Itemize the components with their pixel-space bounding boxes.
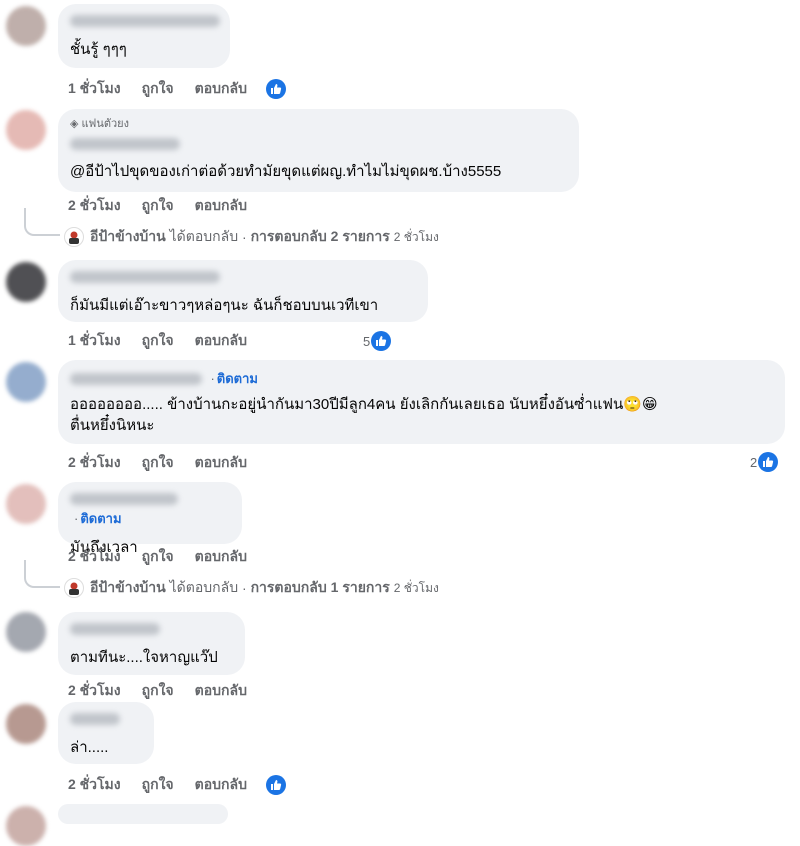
reaction-count[interactable]: 2 [750,452,779,472]
follow-button[interactable]: · ติดตาม [74,511,122,526]
comment-bubble: ชั้นรู้ ๆๆๆ [58,4,230,68]
reply-button[interactable]: ตอบกลับ [195,546,247,568]
avatar[interactable] [6,6,46,46]
thumbs-up-icon[interactable] [265,775,286,795]
reply-button[interactable]: ตอบกลับ [195,78,247,100]
comment-actions: 1 ชั่วโมง ถูกใจ ตอบกลับ [68,78,307,100]
avatar[interactable] [6,806,46,846]
avatar[interactable] [6,262,46,302]
reaction-count[interactable]: 5 [363,331,412,351]
thumbs-up-icon [371,331,392,351]
comment-text: ล่า..... [70,739,109,756]
reply-button[interactable]: ตอบกลับ [195,774,247,796]
comment-bubble: ◈ แฟนตัวยง @อีป้าไปขุดของเก่าต่อด้วยทำมัย… [58,109,579,192]
reply-button[interactable]: ตอบกลับ [195,680,247,702]
comment-time[interactable]: 1 ชั่วโมง [68,78,121,100]
comment-actions: 2 ชั่วโมง ถูกใจ ตอบกลับ [68,546,268,568]
comment-time[interactable]: 2 ชั่วโมง [68,774,121,796]
comment-bubble [58,804,228,824]
comment-actions: 1 ชั่วโมง ถูกใจ ตอบกลับ 5 [68,330,433,352]
reply-action: ได้ตอบกลับ [169,579,239,595]
comment-time[interactable]: 2 ชั่วโมง [68,195,121,217]
comment-text: ออออออออ..... ข้างบ้านกะอยู่นำกันมา30ปีม… [70,396,658,434]
author-name[interactable] [70,14,220,27]
avatar[interactable] [6,484,46,524]
reply-time: 2 ชั่วโมง [393,580,439,595]
author-name[interactable] [70,492,178,505]
author-name[interactable] [70,712,120,725]
author-name[interactable] [70,372,202,385]
diamond-icon: ◈ [70,118,79,130]
comment-bubble: · ติดตาม ออออออออ..... ข้างบ้านกะอยู่นำกั… [58,360,785,444]
reply-button[interactable]: ตอบกลับ [195,452,247,474]
comment-feed: ชั้นรู้ ๆๆๆ 1 ชั่วโมง ถูกใจ ตอบกลับ ◈ แฟน… [0,0,800,846]
like-button[interactable]: ถูกใจ [142,195,174,217]
like-button[interactable]: ถูกใจ [142,680,174,702]
like-button[interactable]: ถูกใจ [142,452,174,474]
comment-text: ตามทีนะ....ใจหาญแว๊ป [70,649,218,666]
comment-actions: 2 ชั่วโมง ถูกใจ ตอบกลับ [68,680,268,702]
thread-connector [24,208,60,236]
avatar[interactable] [6,362,46,402]
avatar [64,578,84,598]
reply-author[interactable]: อีป้าข้างบ้าน [90,226,166,248]
comment-text: ก็มันมีแต่เอ๊าะขาวๆหล่อๆนะ ฉันก็ชอบบนเวท… [70,297,379,314]
comment-bubble: ก็มันมีแต่เอ๊าะขาวๆหล่อๆนะ ฉันก็ชอบบนเวท… [58,260,428,322]
avatar [64,227,84,247]
reply-author[interactable]: อีป้าข้างบ้าน [90,577,166,599]
comment-text: @อีป้าไปขุดของเก่าต่อด้วยทำมัยขุดแต่ผญ.ท… [70,163,502,180]
like-button[interactable]: ถูกใจ [142,330,174,352]
author-name[interactable] [70,137,180,150]
like-button[interactable]: ถูกใจ [142,546,174,568]
comment-time[interactable]: 2 ชั่วโมง [68,546,121,568]
follow-button[interactable]: · ติดตาม [210,371,258,386]
author-name[interactable] [70,622,160,635]
reply-time: 2 ชั่วโมง [393,229,439,244]
replies-summary[interactable]: อีป้าข้างบ้าน ได้ตอบกลับ · การตอบกลับ 2 … [64,226,439,248]
comment-actions: 2 ชั่วโมง ถูกใจ ตอบกลับ [68,195,268,217]
thumbs-up-icon [758,452,779,472]
reply-button[interactable]: ตอบกลับ [195,330,247,352]
comment-time[interactable]: 1 ชั่วโมง [68,330,121,352]
comment-bubble: · ติดตาม มันถึงเวลา [58,482,242,556]
comment-actions: 2 ชั่วโมง ถูกใจ ตอบกลับ [68,452,268,474]
reply-button[interactable]: ตอบกลับ [195,195,247,217]
avatar[interactable] [6,612,46,652]
author-name[interactable] [70,270,220,283]
like-button[interactable]: ถูกใจ [142,78,174,100]
thumbs-up-icon[interactable] [265,79,286,99]
thread-connector [24,560,60,588]
reply-action: ได้ตอบกลับ [169,228,239,244]
comment-text: ชั้นรู้ ๆๆๆ [70,41,127,58]
avatar[interactable] [6,110,46,150]
reply-count[interactable]: การตอบกลับ 1 รายการ [251,577,390,599]
comment-actions: 2 ชั่วโมง ถูกใจ ตอบกลับ [68,774,307,796]
comment-time[interactable]: 2 ชั่วโมง [68,680,121,702]
like-button[interactable]: ถูกใจ [142,774,174,796]
reply-count[interactable]: การตอบกลับ 2 รายการ [251,226,390,248]
comment-bubble: ล่า..... [58,702,154,764]
fan-badge: ◈ แฟนตัวยง [70,118,130,130]
comment-time[interactable]: 2 ชั่วโมง [68,452,121,474]
replies-summary[interactable]: อีป้าข้างบ้าน ได้ตอบกลับ · การตอบกลับ 1 … [64,577,439,599]
avatar[interactable] [6,704,46,744]
comment-bubble: ตามทีนะ....ใจหาญแว๊ป [58,612,245,675]
